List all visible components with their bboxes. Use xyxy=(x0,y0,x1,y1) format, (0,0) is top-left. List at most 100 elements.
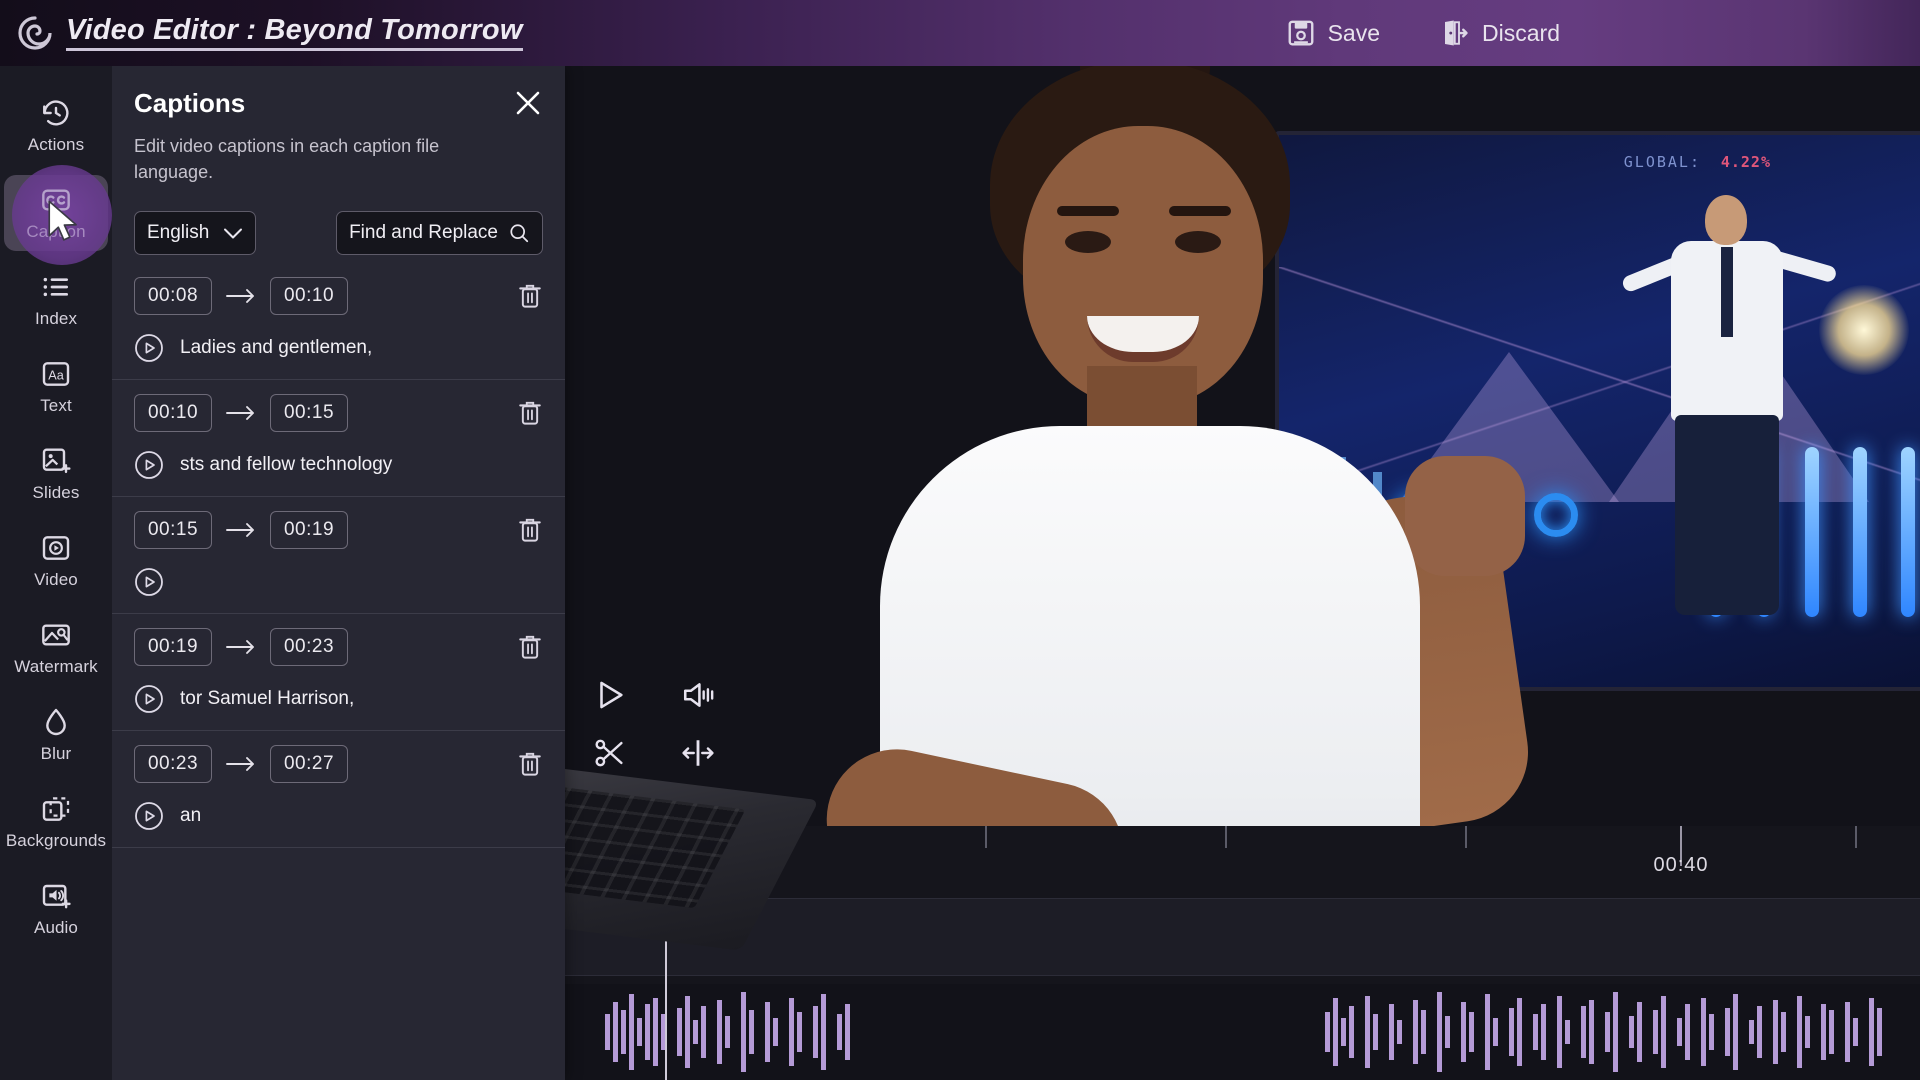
close-icon[interactable] xyxy=(513,88,543,118)
sidebar-item-label: Slides xyxy=(32,482,80,502)
editor-stage: GLOBAL: 4.22% 00:40 xyxy=(565,66,1920,1080)
caption-text-line xyxy=(134,567,543,597)
caption-end-time[interactable]: 00:10 xyxy=(270,277,348,316)
trash-icon[interactable] xyxy=(517,398,543,428)
timeline[interactable]: 00:40 xyxy=(565,826,1920,1080)
brand: Video Editor : Beyond Tomorrow xyxy=(0,15,523,51)
discard-button[interactable]: Discard xyxy=(1440,18,1560,48)
arrow-right-icon xyxy=(226,757,254,772)
sidebar-item-label: Audio xyxy=(34,917,78,937)
play-circle-icon[interactable] xyxy=(134,567,164,597)
sidebar-item-slides[interactable]: Slides xyxy=(0,430,112,517)
sidebar-item-text[interactable]: Aa Text xyxy=(0,343,112,430)
arrow-right-icon xyxy=(226,640,254,655)
caption-start-time[interactable]: 00:23 xyxy=(134,745,212,784)
header-actions: Save Discard xyxy=(1286,18,1920,48)
caption-end-time[interactable]: 00:19 xyxy=(270,511,348,550)
save-button[interactable]: Save xyxy=(1286,18,1380,48)
caption-text[interactable]: Ladies and gentlemen, xyxy=(180,336,372,361)
exit-door-icon xyxy=(1445,20,1468,46)
timeline-audio-track[interactable] xyxy=(565,984,1920,1080)
closed-caption-icon xyxy=(42,188,70,211)
page-title: Video Editor : Beyond Tomorrow xyxy=(66,15,523,51)
timeline-tracks xyxy=(565,898,1920,1080)
scene-neon-bar xyxy=(1901,447,1915,617)
audio-waveform xyxy=(605,992,1882,1072)
caption-row[interactable]: 00:10 00:15 sts and fellow technology xyxy=(112,380,565,498)
play-circle-icon[interactable] xyxy=(134,801,164,831)
sidebar-item-label: Caption xyxy=(26,221,86,241)
play-circle-icon[interactable] xyxy=(134,333,164,363)
water-drop-icon xyxy=(46,708,66,735)
sidebar-item-label: Index xyxy=(34,308,78,328)
play-button[interactable] xyxy=(593,678,627,712)
captions-controls: English Find and Replace xyxy=(112,185,565,256)
sidebar-item-audio[interactable]: Audio xyxy=(0,865,112,952)
caption-start-time[interactable]: 00:19 xyxy=(134,628,212,667)
video-editor-app: Video Editor : Beyond Tomorrow Save Disc… xyxy=(0,0,1920,1080)
caption-start-time[interactable]: 00:08 xyxy=(134,277,212,316)
split-button[interactable] xyxy=(593,736,627,770)
caption-start-time[interactable]: 00:10 xyxy=(134,394,212,433)
overlay-stat-value: 4.22% xyxy=(1720,153,1771,171)
caption-row[interactable]: 00:19 00:23 tor Samuel Harrison, xyxy=(112,614,565,732)
caption-end-time[interactable]: 00:23 xyxy=(270,628,348,667)
trim-button[interactable] xyxy=(681,736,715,770)
caption-time-range: 00:10 00:15 xyxy=(134,394,543,433)
arrow-right-icon xyxy=(226,406,254,421)
video-preview[interactable]: GLOBAL: 4.22% xyxy=(565,66,1920,826)
video-play-icon xyxy=(42,535,70,560)
arrow-right-icon xyxy=(226,289,254,304)
trash-icon[interactable] xyxy=(517,749,543,779)
caption-text[interactable]: tor Samuel Harrison, xyxy=(180,687,354,712)
caption-time-range: 00:19 00:23 xyxy=(134,628,543,667)
captions-list: 00:08 00:10 Ladies and gentlemen, 00:10 … xyxy=(112,263,565,849)
trash-icon[interactable] xyxy=(517,515,543,545)
sidebar-item-label: Actions xyxy=(27,134,85,154)
dashed-square-icon xyxy=(42,796,70,821)
find-replace-label: Find and Replace xyxy=(349,222,498,244)
sidebar-item-actions[interactable]: Actions xyxy=(0,82,112,169)
play-circle-icon[interactable] xyxy=(134,450,164,480)
timeline-video-track[interactable] xyxy=(565,898,1920,976)
caption-row[interactable]: 00:23 00:27 an xyxy=(112,731,565,849)
player-controls xyxy=(565,666,740,782)
sidebar-item-label: Watermark xyxy=(14,656,98,676)
preview-subject-person xyxy=(705,66,1685,826)
discard-label: Discard xyxy=(1482,19,1560,46)
trash-icon[interactable] xyxy=(517,281,543,311)
sidebar-item-backgrounds[interactable]: Backgrounds xyxy=(0,778,112,865)
caption-row[interactable]: 00:15 00:19 xyxy=(112,497,565,615)
play-circle-icon[interactable] xyxy=(134,684,164,714)
sidebar-item-label: Text xyxy=(40,395,72,415)
sidebar-item-index[interactable]: Index xyxy=(0,256,112,343)
sidebar-item-video[interactable]: Video xyxy=(0,517,112,604)
find-and-replace-button[interactable]: Find and Replace xyxy=(336,211,543,256)
caption-end-time[interactable]: 00:15 xyxy=(270,394,348,433)
caption-end-time[interactable]: 00:27 xyxy=(270,745,348,784)
text-aa-icon: Aa xyxy=(42,361,70,386)
caption-row[interactable]: 00:08 00:10 Ladies and gentlemen, xyxy=(112,263,565,381)
captions-panel: Captions Edit video captions in each cap… xyxy=(112,66,565,1080)
timeline-playhead[interactable] xyxy=(665,826,667,1080)
caption-time-range: 00:23 00:27 xyxy=(134,745,543,784)
list-icon xyxy=(43,277,68,296)
language-value: English xyxy=(147,222,210,244)
caption-text-line: Ladies and gentlemen, xyxy=(134,333,543,363)
timeline-ruler[interactable]: 00:40 xyxy=(565,826,1920,896)
caption-text-line: sts and fellow technology xyxy=(134,450,543,480)
caption-text[interactable]: sts and fellow technology xyxy=(180,453,392,478)
caption-start-time[interactable]: 00:15 xyxy=(134,511,212,550)
language-select[interactable]: English xyxy=(134,211,257,256)
sidebar-item-blur[interactable]: Blur xyxy=(0,691,112,778)
search-icon xyxy=(510,224,529,243)
sidebar-item-caption[interactable]: Caption xyxy=(0,165,112,265)
captions-description: Edit video captions in each caption file… xyxy=(134,136,440,183)
trash-icon[interactable] xyxy=(517,632,543,662)
volume-button[interactable] xyxy=(681,678,715,712)
caption-text[interactable]: an xyxy=(180,804,201,829)
history-clock-icon xyxy=(43,99,69,125)
arrow-right-icon xyxy=(226,523,254,538)
sidebar-item-watermark[interactable]: Watermark xyxy=(0,604,112,691)
swirl-logo-icon xyxy=(18,16,52,50)
